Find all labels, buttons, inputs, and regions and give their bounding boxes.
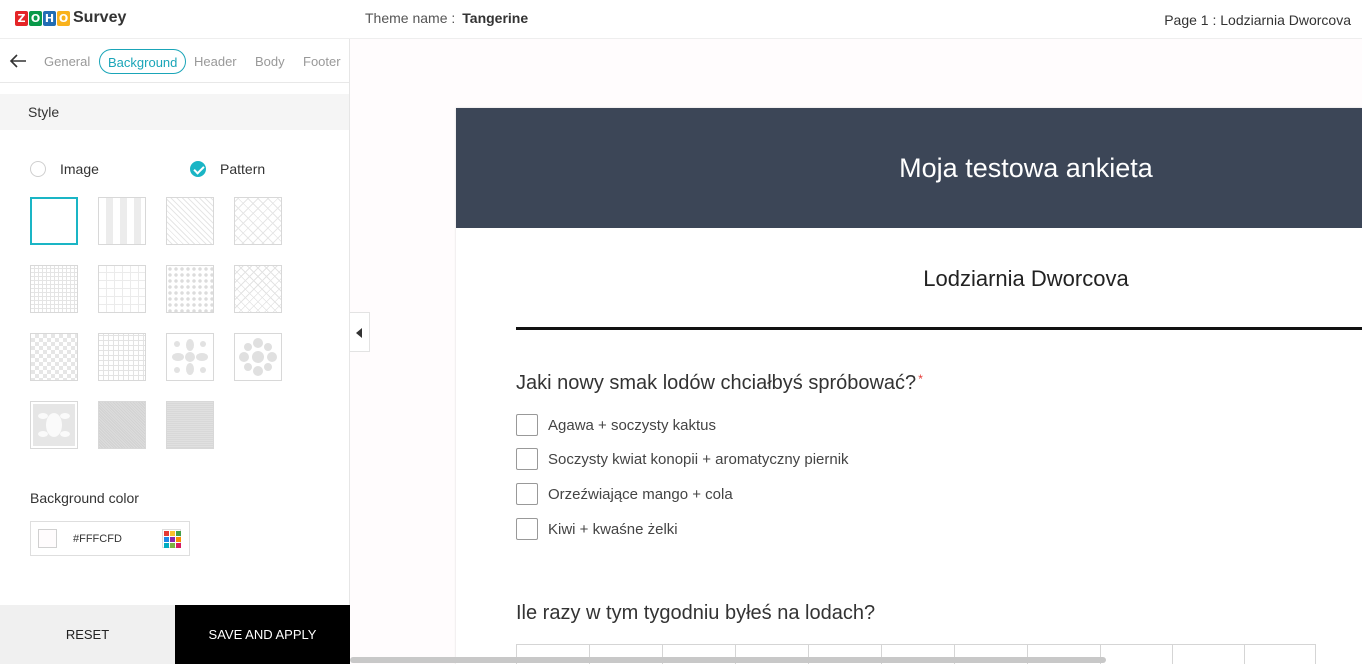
settings-tabs: General Background Header Body Footer	[0, 39, 349, 83]
back-arrow-icon[interactable]	[8, 51, 28, 71]
color-preview-chip[interactable]	[38, 529, 57, 548]
form-header: Moja testowa ankieta	[456, 108, 1362, 228]
pattern-swatch-checker[interactable]	[30, 333, 78, 381]
logo-letter: O	[57, 10, 70, 26]
page-title: Lodziarnia Dworcova	[923, 266, 1129, 291]
pattern-swatch-floral-tile[interactable]	[166, 333, 214, 381]
collapse-panel-chevron-icon[interactable]	[350, 312, 370, 352]
pattern-swatch-dense-texture[interactable]	[98, 401, 146, 449]
zoho-logo-icon: Z O H O	[15, 10, 70, 26]
question-1: Jaki nowy smak lodów chciałbyś spróbować…	[516, 372, 923, 395]
color-hex-value[interactable]: #FFFCFD	[73, 533, 162, 545]
logo-letter: O	[29, 10, 42, 26]
question-2-text: Ile razy w tym tygodniu byłeś na lodach?	[516, 602, 876, 624]
theme-settings-panel: General Background Header Body Footer St…	[0, 39, 350, 664]
page-selector[interactable]: Page 1 : Lodziarnia Dworcova	[1164, 12, 1351, 28]
save-and-apply-button[interactable]: SAVE AND APPLY	[175, 605, 350, 664]
logo-letter: Z	[15, 10, 28, 26]
tab-footer[interactable]: Footer	[303, 49, 341, 74]
theme-name-label: Theme name :	[365, 10, 456, 26]
pattern-swatch-plus-grid[interactable]	[98, 265, 146, 313]
checkbox[interactable]	[516, 448, 538, 470]
theme-name-value[interactable]: Tangerine	[462, 10, 528, 26]
survey-form: Moja testowa ankieta Lodziarnia Dworcova…	[456, 108, 1362, 664]
option-label: Kiwi + kwaśne żelki	[548, 520, 678, 538]
pattern-option-label: Pattern	[220, 161, 266, 177]
pattern-swatch-none[interactable]	[30, 197, 78, 245]
pattern-swatch-dots[interactable]	[166, 265, 214, 313]
checkbox[interactable]	[516, 518, 538, 540]
survey-preview: Moja testowa ankieta Lodziarnia Dworcova…	[350, 39, 1362, 664]
color-palette-icon[interactable]	[162, 529, 181, 548]
required-asterisk: *	[918, 372, 923, 386]
image-option-label: Image	[60, 161, 99, 177]
reset-button[interactable]: RESET	[0, 605, 175, 664]
floral-tile-icon	[172, 339, 208, 375]
checkbox[interactable]	[516, 483, 538, 505]
pattern-swatch-fine-grid[interactable]	[30, 265, 78, 313]
pattern-swatch-small-squares[interactable]	[98, 333, 146, 381]
background-color-input[interactable]: #FFFCFD	[30, 521, 190, 556]
tab-header[interactable]: Header	[194, 49, 237, 74]
pattern-swatch-basket-weave[interactable]	[234, 265, 282, 313]
zoho-survey-logo[interactable]: Z O H O Survey	[15, 9, 126, 27]
image-radio[interactable]	[30, 161, 46, 177]
flower-tile-icon	[239, 338, 277, 376]
pattern-radio-checked-icon[interactable]	[190, 161, 206, 177]
pattern-swatch-linen-texture[interactable]	[166, 401, 214, 449]
tab-background[interactable]: Background	[99, 49, 187, 74]
pattern-swatch-diagonal-lines[interactable]	[166, 197, 214, 245]
option-label: Soczysty kwiat konopii + aromatyczny pie…	[548, 450, 849, 468]
page-title-divider	[516, 327, 1362, 330]
logo-letter: H	[43, 10, 56, 26]
style-section-heading: Style	[0, 94, 349, 130]
form-title: Moja testowa ankieta	[899, 153, 1153, 183]
horizontal-scrollbar[interactable]	[350, 657, 1106, 663]
damask-tile-icon	[33, 404, 75, 446]
theme-name: Theme name : Tangerine	[365, 10, 528, 26]
top-bar: Z O H O Survey Theme name : Tangerine Pag…	[0, 0, 1362, 39]
q1-option[interactable]: Soczysty kwiat konopii + aromatyczny pie…	[516, 448, 849, 470]
question-1-text: Jaki nowy smak lodów chciałbyś spróbować…	[516, 372, 917, 394]
q1-option[interactable]: Orzeźwiające mango + cola	[516, 483, 733, 505]
checkbox[interactable]	[516, 414, 538, 436]
pattern-swatch-flower-tile[interactable]	[234, 333, 282, 381]
product-name: Survey	[73, 9, 127, 26]
pattern-swatch-vertical-stripes[interactable]	[98, 197, 146, 245]
pattern-swatch-damask[interactable]	[30, 401, 78, 449]
pattern-option[interactable]: Pattern	[190, 161, 265, 177]
tab-general[interactable]: General	[44, 49, 90, 74]
option-label: Agawa + soczysty kaktus	[548, 416, 716, 434]
q1-option[interactable]: Kiwi + kwaśne żelki	[516, 518, 678, 540]
tab-body[interactable]: Body	[255, 49, 285, 74]
pattern-swatch-diamond-lattice[interactable]	[234, 197, 282, 245]
q1-option[interactable]: Agawa + soczysty kaktus	[516, 414, 716, 436]
background-color-label: Background color	[30, 490, 139, 506]
option-label: Orzeźwiające mango + cola	[548, 485, 733, 503]
image-option[interactable]: Image	[30, 161, 99, 177]
